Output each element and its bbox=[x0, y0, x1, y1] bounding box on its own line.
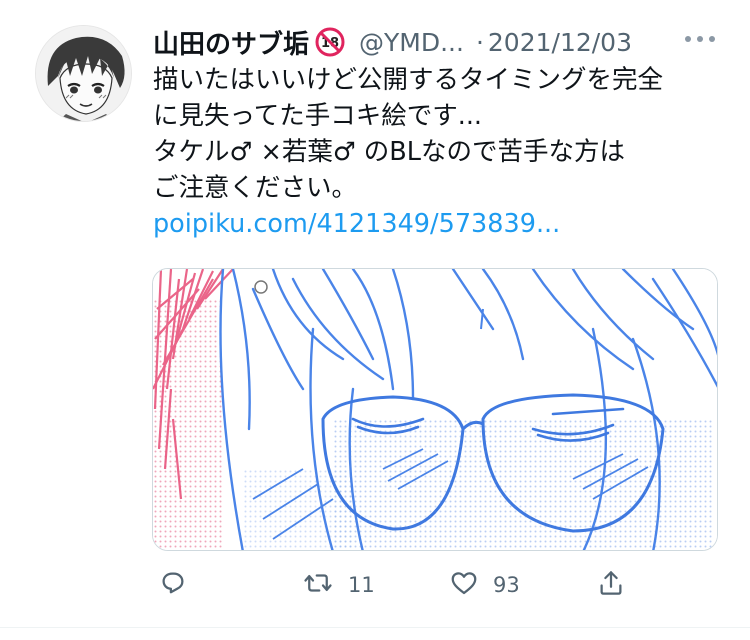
tweet-text-line: 描いたはいいけど公開するタイミングを完全 bbox=[153, 65, 664, 95]
tweet[interactable]: 山田のサブ垢 18 @YMD... · 2021/12/03 描いたはいいけど公… bbox=[0, 0, 750, 640]
separator-dot: · bbox=[475, 27, 484, 57]
heart-icon bbox=[449, 568, 479, 602]
retweet-icon bbox=[302, 568, 334, 602]
tweet-header: 山田のサブ垢 18 @YMD... · 2021/12/03 bbox=[153, 22, 733, 62]
avatar[interactable] bbox=[35, 25, 132, 122]
tweet-actions: 11 93 bbox=[152, 560, 732, 610]
tweet-date[interactable]: 2021/12/03 bbox=[488, 28, 632, 57]
like-count: 93 bbox=[493, 573, 520, 597]
retweet-button[interactable]: 11 bbox=[302, 560, 375, 610]
sketch-illustration bbox=[153, 269, 717, 550]
reply-icon bbox=[158, 568, 188, 602]
tweet-text-line: ご注意ください。 bbox=[153, 173, 358, 203]
share-button[interactable] bbox=[596, 560, 626, 610]
more-options-icon[interactable] bbox=[685, 36, 715, 42]
tweet-text: 描いたはいいけど公開するタイミングを完全 に見失ってた手コキ絵です... タケル… bbox=[153, 62, 733, 242]
display-name[interactable]: 山田のサブ垢 bbox=[153, 24, 309, 61]
retweet-count: 11 bbox=[348, 573, 375, 597]
reply-button[interactable] bbox=[158, 560, 188, 610]
tweet-link[interactable]: poipiku.com/4121349/573839... bbox=[153, 206, 733, 242]
tweet-text-line: に見失ってた手コキ絵です... bbox=[153, 101, 483, 131]
avatar-image bbox=[36, 26, 131, 121]
no-under-18-icon: 18 bbox=[315, 27, 345, 57]
divider bbox=[0, 627, 750, 628]
share-icon bbox=[596, 568, 626, 602]
user-handle[interactable]: @YMD... bbox=[359, 28, 464, 57]
tweet-text-line: タケル♂ ×若葉♂ のBLなので苦手な方は bbox=[153, 137, 625, 167]
tweet-media-image[interactable] bbox=[152, 268, 718, 551]
like-button[interactable]: 93 bbox=[449, 560, 520, 610]
